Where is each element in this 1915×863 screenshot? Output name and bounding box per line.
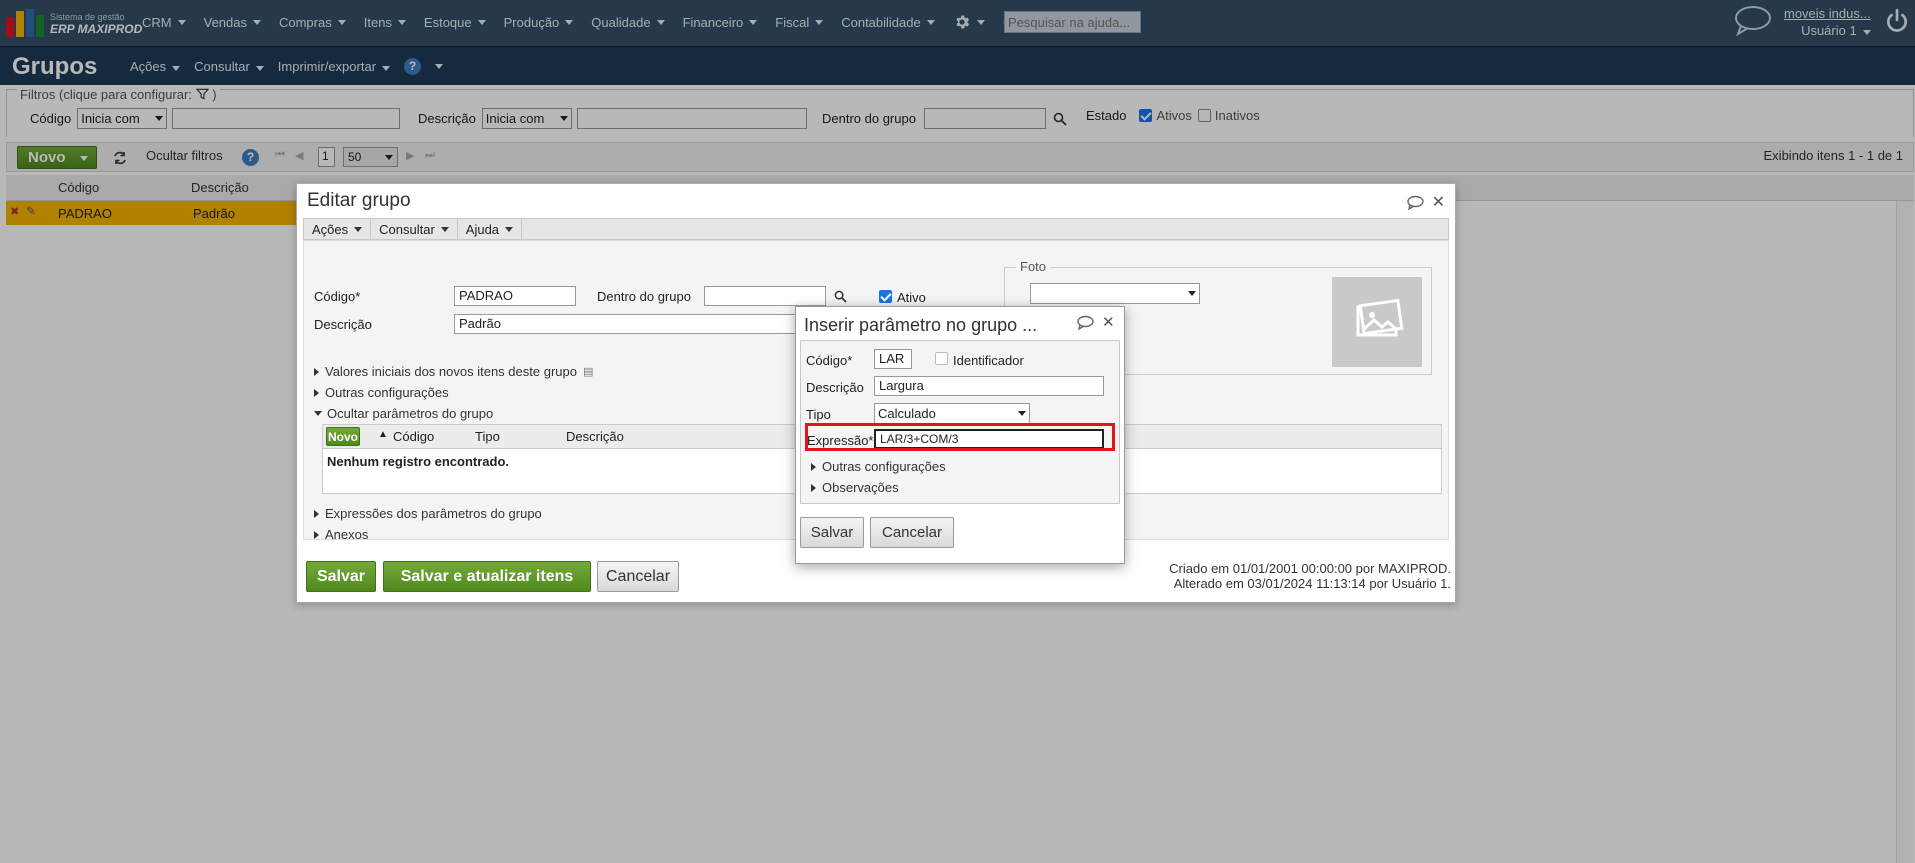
codigo-label: Código* (806, 353, 853, 368)
ativo-label: Ativo (897, 290, 926, 305)
parametro-form: Código* LAR Identificador Descrição Larg… (800, 340, 1120, 504)
sort-up-icon[interactable]: ▲ (378, 429, 388, 440)
close-icon[interactable]: ✕ (1432, 192, 1445, 212)
collapse-icon (314, 411, 322, 416)
empty-message: Nenhum registro encontrado. (327, 454, 510, 469)
cancelar-button[interactable]: Cancelar (597, 561, 679, 592)
observacoes-section[interactable]: Observações (811, 480, 899, 495)
salvar-button[interactable]: Salvar (306, 561, 376, 592)
dialog-title: Inserir parâmetro no grupo ... (804, 315, 1038, 335)
expand-icon (811, 483, 816, 492)
codigo-label: Código* (314, 289, 361, 304)
ativo-checkbox[interactable] (879, 290, 892, 303)
dialog-consultar-menu[interactable]: Consultar (371, 219, 458, 239)
descricao-label: Descrição (806, 380, 864, 395)
list-icon: ▤ (582, 366, 594, 378)
codigo-input[interactable]: LAR (874, 349, 912, 369)
dialog-acoes-menu[interactable]: Ações (304, 219, 372, 239)
chevron-down-icon (1018, 411, 1026, 416)
descricao-input[interactable]: Largura (874, 376, 1104, 396)
dialog-title: Editar grupo (307, 190, 411, 211)
valores-iniciais-section[interactable]: Valores iniciais dos novos itens deste g… (314, 364, 593, 379)
comment-icon[interactable] (1406, 195, 1424, 210)
descricao-input[interactable]: Padrão (454, 314, 804, 334)
column-header-descricao[interactable]: Descrição (566, 429, 624, 444)
caret-down-icon (440, 226, 449, 232)
column-header-tipo[interactable]: Tipo (475, 429, 500, 444)
codigo-input[interactable]: PADRAO (454, 286, 576, 306)
salvar-atualizar-itens-button[interactable]: Salvar e atualizar itens (383, 561, 591, 592)
descricao-label: Descrição (314, 317, 372, 332)
novo-parametro-button[interactable]: Novo (326, 427, 360, 446)
expand-icon (314, 388, 319, 397)
foto-select[interactable] (1030, 283, 1200, 304)
highlight-box (805, 423, 1115, 451)
tipo-label: Tipo (806, 407, 831, 422)
dentro-do-grupo-label: Dentro do grupo (597, 289, 691, 304)
dialog-menu: Ações Consultar Ajuda (303, 218, 1449, 240)
caret-down-icon (354, 226, 363, 232)
cancelar-parametro-button[interactable]: Cancelar (870, 517, 954, 548)
comment-icon[interactable] (1076, 315, 1094, 330)
picture-icon (1356, 298, 1404, 337)
expand-icon (314, 509, 319, 518)
caret-down-icon (505, 226, 514, 232)
expressoes-section[interactable]: Expressões dos parâmetros do grupo (314, 506, 542, 521)
close-icon[interactable]: ✕ (1102, 313, 1115, 331)
column-header-codigo[interactable]: Código (393, 429, 434, 444)
identificador-checkbox[interactable] (935, 352, 948, 365)
modified-info: Alterado em 03/01/2024 11:13:14 por Usuá… (1173, 576, 1451, 591)
expand-icon (811, 462, 816, 471)
foto-label: Foto (1016, 259, 1051, 274)
outras-configuracoes-section[interactable]: Outras configurações (811, 459, 946, 474)
anexos-section[interactable]: Anexos (314, 527, 368, 542)
outras-configuracoes-section[interactable]: Outras configurações (314, 385, 449, 400)
ocultar-parametros-section[interactable]: Ocultar parâmetros do grupo (314, 406, 493, 421)
chevron-down-icon (1188, 291, 1196, 296)
salvar-parametro-button[interactable]: Salvar (800, 517, 864, 548)
image-placeholder-icon[interactable] (1332, 277, 1422, 367)
search-icon[interactable] (834, 290, 847, 303)
dialog-ajuda-menu[interactable]: Ajuda (458, 219, 523, 239)
expand-icon (314, 367, 319, 376)
dentro-do-grupo-input[interactable] (704, 286, 826, 306)
identificador-label: Identificador (953, 353, 1024, 368)
expand-icon (314, 530, 319, 539)
tipo-select[interactable]: Calculado (874, 403, 1030, 424)
created-info: Criado em 01/01/2001 00:00:00 por MAXIPR… (1169, 561, 1451, 576)
inserir-parametro-dialog: Inserir parâmetro no grupo ... ✕ Código*… (795, 306, 1125, 564)
